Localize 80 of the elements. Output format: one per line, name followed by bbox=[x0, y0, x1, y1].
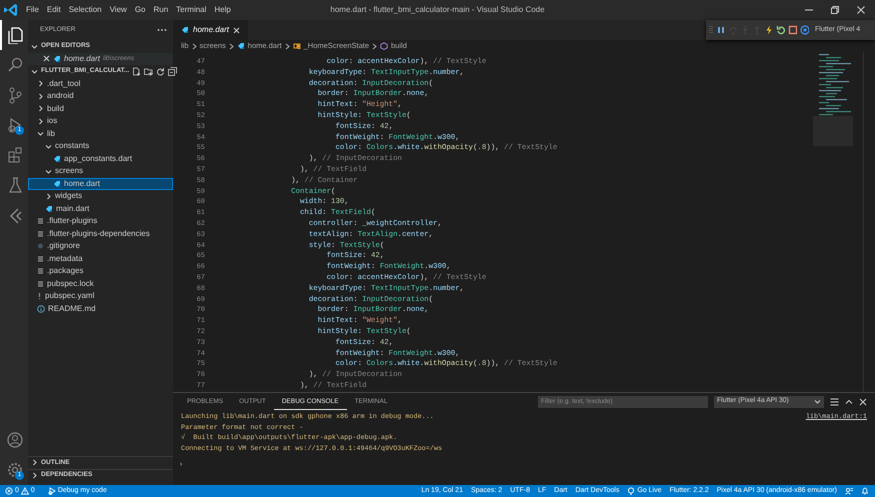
dart-file-icon bbox=[53, 54, 61, 63]
close-icon[interactable] bbox=[859, 398, 867, 406]
folder-item[interactable]: ios bbox=[28, 115, 173, 128]
explorer-entry[interactable]: .flutter-plugins-dependencies bbox=[28, 228, 173, 240]
menu-item[interactable]: Run bbox=[149, 0, 172, 20]
refresh-icon[interactable] bbox=[156, 66, 166, 76]
class-icon bbox=[292, 42, 301, 50]
new-file-icon[interactable] bbox=[132, 66, 142, 76]
folder-item[interactable]: widgets bbox=[28, 190, 173, 202]
clear-console-icon[interactable] bbox=[830, 398, 839, 406]
folder-item[interactable]: constants bbox=[28, 140, 173, 152]
menu-item[interactable]: Selection bbox=[64, 0, 106, 20]
close-icon[interactable] bbox=[857, 6, 865, 14]
explorer-entry[interactable]: pubspec.lock bbox=[28, 278, 173, 290]
dart-file-icon bbox=[45, 204, 53, 213]
folder-item[interactable]: build bbox=[28, 102, 173, 115]
window-title: home.dart - flutter_bmi_calculator-main - Visual Studio Code bbox=[329, 4, 546, 16]
restore-icon[interactable] bbox=[831, 6, 839, 14]
explorer-entry[interactable]: .gitignore bbox=[28, 240, 173, 252]
editor-tab[interactable]: home.dart bbox=[173, 20, 248, 40]
explorer-entry[interactable]: app_constants.dart bbox=[28, 152, 173, 165]
chevron-right-icon bbox=[228, 42, 234, 50]
chevron-down-icon bbox=[814, 398, 821, 405]
explorer-entry[interactable]: .metadata bbox=[28, 252, 173, 265]
explorer-entry[interactable]: pubspec.yaml bbox=[28, 290, 173, 302]
menu-item[interactable]: Help bbox=[210, 0, 235, 20]
lines-file-icon bbox=[37, 280, 44, 288]
folder-item[interactable]: android bbox=[28, 90, 173, 102]
explorer-entry[interactable]: .packages bbox=[28, 265, 173, 278]
lines-file-icon bbox=[37, 267, 44, 276]
explorer-entry[interactable]: README.md bbox=[28, 302, 173, 315]
menu-item[interactable]: File bbox=[22, 0, 43, 20]
method-icon bbox=[380, 42, 388, 50]
restart-icon[interactable] bbox=[776, 25, 785, 35]
collapse-all-icon[interactable] bbox=[168, 66, 178, 76]
pause-icon[interactable] bbox=[716, 25, 725, 35]
stop-icon[interactable] bbox=[788, 25, 797, 35]
menu-item[interactable]: Edit bbox=[42, 0, 65, 20]
more-icon[interactable] bbox=[157, 28, 167, 32]
menu-item[interactable]: Terminal bbox=[172, 0, 210, 20]
lines-file-icon bbox=[37, 217, 44, 226]
new-folder-icon[interactable] bbox=[144, 66, 154, 76]
folder-item[interactable]: lib bbox=[28, 128, 173, 140]
warning-icon[interactable] bbox=[20, 487, 29, 495]
explorer-entry[interactable]: home.dart bbox=[28, 178, 173, 190]
info-file-icon bbox=[37, 304, 45, 313]
chevron-down-icon bbox=[45, 168, 52, 175]
exclamation-file-icon bbox=[37, 292, 42, 300]
flask-icon[interactable] bbox=[6, 176, 24, 194]
chevron-right-icon bbox=[284, 42, 290, 50]
menu-item[interactable]: View bbox=[106, 0, 131, 20]
bell-icon[interactable] bbox=[861, 487, 869, 495]
settings-icon[interactable] bbox=[6, 461, 24, 479]
lightning-icon[interactable] bbox=[764, 25, 773, 35]
maximize-panel-icon[interactable] bbox=[845, 398, 853, 406]
explorer-entry[interactable]: .flutter-plugins bbox=[28, 215, 173, 228]
folder-item[interactable]: screens bbox=[28, 165, 173, 178]
gitignore-file-icon bbox=[37, 242, 44, 250]
close-icon[interactable] bbox=[43, 55, 50, 62]
chevron-right-icon bbox=[372, 42, 378, 50]
debug-icon[interactable] bbox=[48, 487, 56, 495]
chevron-right-icon bbox=[45, 192, 52, 200]
drag-handle-icon bbox=[709, 25, 713, 35]
account-icon[interactable] bbox=[6, 431, 24, 449]
dart-file-icon bbox=[53, 180, 61, 188]
broadcast-icon[interactable] bbox=[627, 487, 636, 495]
dart-file-icon bbox=[181, 26, 189, 34]
lines-file-icon bbox=[37, 254, 44, 263]
dart-file-icon bbox=[236, 42, 245, 50]
dart-file-icon bbox=[53, 154, 61, 163]
folder-item[interactable]: .dart_tool bbox=[28, 78, 173, 90]
close-icon[interactable] bbox=[233, 26, 240, 34]
extensions-icon[interactable] bbox=[6, 146, 24, 164]
chevron-right-icon bbox=[192, 42, 197, 50]
lines-file-icon bbox=[37, 230, 44, 238]
files-icon[interactable] bbox=[6, 26, 24, 44]
feedback-icon[interactable] bbox=[845, 487, 853, 495]
error-icon[interactable] bbox=[5, 487, 13, 495]
explorer-entry[interactable]: main.dart bbox=[28, 202, 173, 215]
menu-item[interactable]: Go bbox=[130, 0, 150, 20]
